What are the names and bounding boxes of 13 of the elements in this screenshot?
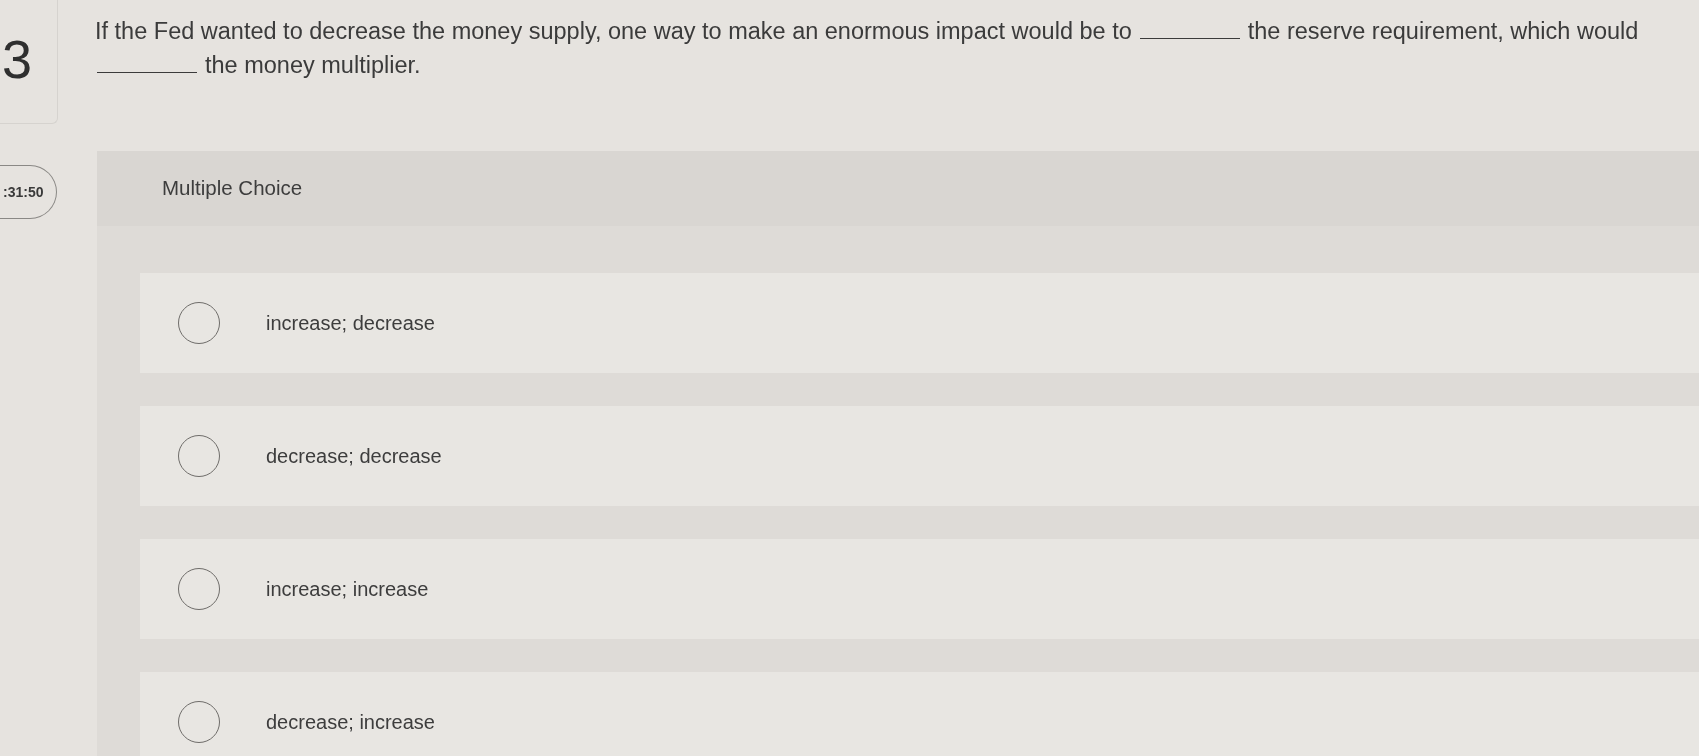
option-label: increase; decrease: [266, 311, 435, 336]
answer-option[interactable]: decrease; decrease: [140, 406, 1699, 506]
answer-option[interactable]: increase; increase: [140, 539, 1699, 639]
answer-option[interactable]: increase; decrease: [140, 273, 1699, 373]
question-text: the money multiplier.: [205, 51, 421, 80]
panel-heading: Multiple Choice: [162, 175, 303, 202]
option-label: decrease; increase: [266, 710, 435, 735]
option-label: increase; increase: [266, 577, 429, 602]
question-number: 3: [1, 31, 33, 86]
answer-option[interactable]: decrease; increase: [140, 672, 1699, 756]
question-text: If the Fed wanted to decrease the money supply, one way to make an enormous impact would be to: [95, 17, 1132, 46]
question-text: the reserve requirement, which would: [1247, 17, 1639, 46]
option-label: decrease; decrease: [266, 444, 442, 469]
